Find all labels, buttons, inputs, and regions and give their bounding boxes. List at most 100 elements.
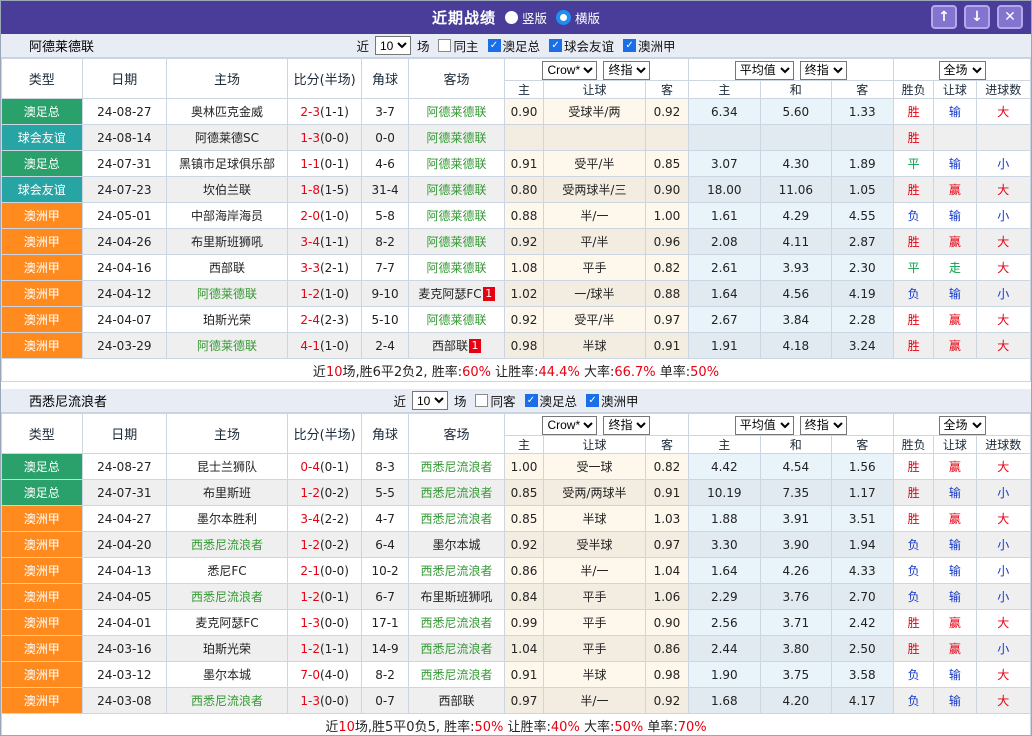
team-label: 西悉尼流浪者: [421, 564, 493, 578]
sub-column-header: 进球数: [976, 81, 1030, 99]
average-select[interactable]: 平均值: [735, 61, 794, 80]
sub-column-header: 让球: [543, 81, 646, 99]
bookmaker-select[interactable]: Crow*: [542, 416, 597, 435]
team-label: 昆士兰狮队: [197, 460, 257, 474]
result-goals: 大: [976, 333, 1030, 359]
ah-away-odds: 0.82: [646, 454, 688, 480]
team-label: 悉尼FC: [207, 564, 246, 578]
ah-handicap: 受平/半: [543, 307, 646, 333]
filter-option-same-away[interactable]: 同客: [475, 391, 515, 410]
match-date: 24-04-13: [82, 558, 167, 584]
table-body: 澳足总24-08-27昆士兰狮队0-4(0-1)8-3西悉尼流浪者1.00受一球…: [2, 454, 1031, 714]
away-team-name: 西悉尼流浪者: [408, 610, 505, 636]
ah-away-odds: 0.91: [646, 333, 688, 359]
checkbox-aus-fa-cup[interactable]: ✓: [525, 394, 538, 407]
checkbox-a-league[interactable]: ✓: [623, 39, 636, 52]
ah-home-odds: 0.99: [505, 610, 543, 636]
filter-option-same-home[interactable]: 同主: [438, 36, 478, 55]
match-score: 2-4(2-3): [287, 307, 362, 333]
result-winloss: 负: [894, 558, 934, 584]
ah-handicap: 半球: [543, 506, 646, 532]
odds-group-header: Crow* 终指: [505, 59, 688, 81]
ah-home-odds: 1.04: [505, 636, 543, 662]
filter-option-a-league[interactable]: ✓澳洲甲: [586, 391, 639, 410]
corner-score: 0-0: [362, 125, 408, 151]
result-winloss: 平: [894, 151, 934, 177]
avg-home-odds: 6.34: [688, 99, 760, 125]
match-count-select[interactable]: 10: [412, 391, 448, 410]
match-type-badge: 澳洲甲: [2, 662, 83, 688]
avg-home-odds: 3.30: [688, 532, 760, 558]
odds-stage-select[interactable]: 终指: [603, 416, 650, 435]
summary-segment: 让胜率:: [491, 365, 539, 380]
team-label: 珀斯光荣: [203, 313, 251, 327]
summary-segment: 50%: [474, 720, 503, 735]
avg-stage-select[interactable]: 终指: [800, 61, 847, 80]
summary-segment: 场,胜5平0负5, 胜率:: [355, 720, 475, 735]
table-row: 澳洲甲24-04-26布里斯班狮吼3-4(1-1)8-2阿德莱德联0.92平/半…: [2, 229, 1031, 255]
avg-home-odds: 2.61: [688, 255, 760, 281]
ah-home-odds: 0.98: [505, 333, 543, 359]
match-date: 24-03-29: [82, 333, 167, 359]
checkbox-club-friendly[interactable]: ✓: [549, 39, 562, 52]
odds-stage-select[interactable]: 终指: [603, 61, 650, 80]
match-score: 1-8(1-5): [287, 177, 362, 203]
close-button[interactable]: ✕: [997, 5, 1023, 29]
ah-handicap: 受两/两球半: [543, 480, 646, 506]
match-type-badge: 澳洲甲: [2, 229, 83, 255]
avg-away-odds: 3.51: [831, 506, 893, 532]
checkbox-label: 澳洲甲: [601, 391, 639, 410]
result-handicap: 输: [934, 558, 976, 584]
checkbox-same-home[interactable]: [438, 39, 451, 52]
summary-segment: 近: [313, 365, 326, 380]
result-goals: 小: [976, 151, 1030, 177]
away-team-name: 麦克阿瑟FC1: [408, 281, 505, 307]
ah-away-odds: [646, 125, 688, 151]
ah-away-odds: 0.98: [646, 662, 688, 688]
radio-vertical-icon[interactable]: [505, 11, 518, 24]
radio-option-vertical[interactable]: 竖版: [505, 8, 547, 27]
bookmaker-select[interactable]: Crow*: [542, 61, 597, 80]
result-handicap: 赢: [934, 333, 976, 359]
avg-stage-select[interactable]: 终指: [800, 416, 847, 435]
checkbox-a-league[interactable]: ✓: [586, 394, 599, 407]
average-select[interactable]: 平均值: [735, 416, 794, 435]
halftime-score: (4-0): [320, 668, 349, 682]
fulltime-select[interactable]: 全场: [939, 416, 986, 435]
move-down-button[interactable]: ↓: [964, 5, 990, 29]
table-row: 澳洲甲24-05-01中部海岸海员2-0(1-0)5-8阿德莱德联0.88半/一…: [2, 203, 1031, 229]
filter-option-a-league[interactable]: ✓澳洲甲: [623, 36, 676, 55]
move-up-button[interactable]: ↑: [931, 5, 957, 29]
fulltime-select[interactable]: 全场: [939, 61, 986, 80]
radio-horizontal-icon[interactable]: [556, 10, 571, 25]
section-divider: [1, 382, 1031, 389]
checkbox-aus-fa-cup[interactable]: ✓: [488, 39, 501, 52]
ah-away-odds: 0.90: [646, 610, 688, 636]
filter-option-aus-fa-cup[interactable]: ✓澳足总: [525, 391, 578, 410]
team-label: 西悉尼流浪者: [421, 642, 493, 656]
home-team-name: 阿德莱德联: [167, 281, 288, 307]
filter-option-club-friendly[interactable]: ✓球会友谊: [549, 36, 614, 55]
sub-column-header: 和: [761, 436, 831, 454]
avg-draw-odds: 3.76: [761, 584, 831, 610]
summary-segment: 50%: [614, 720, 643, 735]
ah-home-odds: 0.91: [505, 662, 543, 688]
match-count-select[interactable]: 10: [375, 36, 411, 55]
ah-away-odds: 1.00: [646, 203, 688, 229]
team-label: 阿德莱德联: [427, 261, 487, 275]
avg-draw-odds: 3.90: [761, 532, 831, 558]
checkbox-same-away[interactable]: [475, 394, 488, 407]
ah-handicap: 半/一: [543, 203, 646, 229]
filter-option-aus-fa-cup[interactable]: ✓澳足总: [488, 36, 541, 55]
radio-option-horizontal[interactable]: 横版: [556, 8, 600, 27]
table-row: 澳洲甲24-03-16珀斯光荣1-2(1-1)14-9西悉尼流浪者1.04平手0…: [2, 636, 1031, 662]
result-handicap: 输: [934, 532, 976, 558]
table-header: 类型日期主场比分(半场)角球客场Crow*终指平均值终指全场主让球客主和客胜负让…: [2, 414, 1031, 454]
summary-segment: 10: [326, 365, 343, 380]
result-winloss: 负: [894, 281, 934, 307]
halftime-score: (1-0): [320, 339, 349, 353]
result-goals: 大: [976, 610, 1030, 636]
home-team-name: 墨尔本城: [167, 662, 288, 688]
team-label: 西悉尼流浪者: [191, 538, 263, 552]
result-winloss: 胜: [894, 333, 934, 359]
